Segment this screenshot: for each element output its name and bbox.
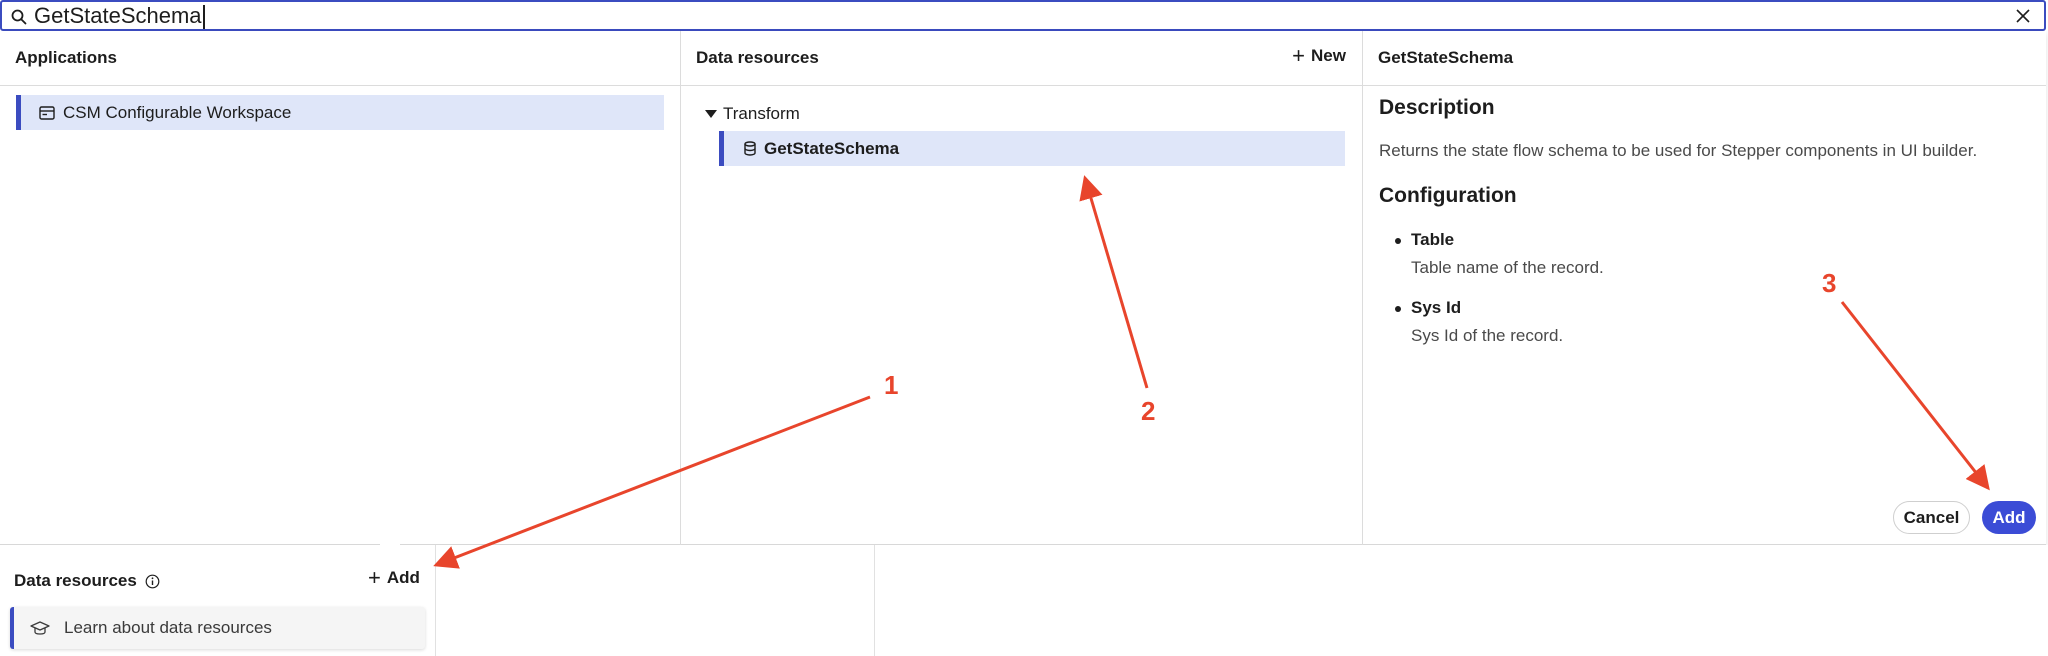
annotation-number-3: 3 — [1822, 268, 1837, 298]
data-resources-header: Data resources + New — [681, 31, 1362, 86]
description-heading: Description — [1379, 96, 1495, 119]
data-resources-section-label: Data resources — [14, 571, 137, 590]
text-caret — [202, 5, 205, 30]
data-resources-header-label: Data resources — [696, 48, 819, 67]
search-icon — [11, 9, 27, 25]
search-bar[interactable]: GetStateSchema — [0, 0, 2046, 31]
config-item: Table Table name of the record. — [1395, 230, 2030, 278]
add-button[interactable]: Add — [1982, 501, 2036, 534]
database-icon — [744, 141, 756, 156]
tree-node-child-label: GetStateSchema — [764, 138, 900, 158]
data-resources-column: Data resources + New Transform GetStateS… — [681, 31, 1363, 545]
plus-icon: + — [1292, 43, 1306, 68]
applications-header: Applications — [0, 31, 680, 86]
new-button[interactable]: + New — [1292, 45, 1346, 67]
info-icon[interactable] — [145, 574, 160, 589]
applications-header-label: Applications — [15, 48, 118, 67]
detail-header: GetStateSchema — [1363, 31, 2046, 86]
cancel-button[interactable]: Cancel — [1893, 501, 1970, 534]
new-button-label: New — [1311, 46, 1346, 65]
config-item-desc: Table name of the record. — [1411, 258, 1604, 277]
applications-column: Applications CSM Configurable Workspace — [0, 31, 681, 545]
application-item-label: CSM Configurable Workspace — [63, 102, 292, 122]
search-input[interactable]: GetStateSchema — [34, 2, 205, 30]
learn-about-data-resources-link[interactable]: Learn about data resources — [10, 607, 425, 649]
data-resources-sidebar: Data resources + Add Learn about data re… — [0, 545, 436, 656]
graduation-cap-icon — [30, 621, 50, 635]
window-icon — [39, 105, 55, 120]
tree-node-getstateschema[interactable]: GetStateSchema — [719, 131, 1345, 166]
close-icon[interactable] — [2014, 7, 2032, 25]
detail-header-label: GetStateSchema — [1378, 48, 1514, 67]
data-resources-section-title: Data resources — [14, 571, 160, 591]
annotation-number-1: 1 — [884, 370, 899, 400]
page-background: Data resources + Add Learn about data re… — [0, 545, 2048, 656]
data-resource-picker-dialog: Applications CSM Configurable Workspace … — [0, 31, 2046, 545]
caret-down-icon[interactable] — [705, 110, 717, 118]
add-data-resource-label: Add — [386, 568, 420, 587]
config-item-name: Table — [1411, 230, 1455, 249]
plus-icon: + — [368, 565, 381, 590]
config-item: Sys Id Sys Id of the record. — [1395, 298, 2030, 346]
configuration-heading: Configuration — [1379, 184, 1517, 207]
learn-link-label: Learn about data resources — [64, 618, 272, 637]
tree-node-label: Transform — [723, 104, 800, 123]
tree-node-transform[interactable]: Transform — [705, 104, 800, 124]
description-text: Returns the state flow schema to be used… — [1379, 141, 1978, 160]
configuration-list: Table Table name of the record. Sys Id S… — [1379, 230, 2030, 346]
add-data-resource-button[interactable]: + Add — [368, 567, 420, 589]
detail-column: GetStateSchema Description Returns the s… — [1363, 31, 2046, 545]
config-item-desc: Sys Id of the record. — [1411, 326, 1564, 345]
config-item-name: Sys Id — [1411, 298, 1462, 317]
detail-body: Description Returns the state flow schem… — [1363, 86, 2046, 376]
divider — [874, 545, 875, 656]
annotation-number-2: 2 — [1141, 396, 1156, 426]
application-item-selected[interactable]: CSM Configurable Workspace — [16, 95, 664, 130]
